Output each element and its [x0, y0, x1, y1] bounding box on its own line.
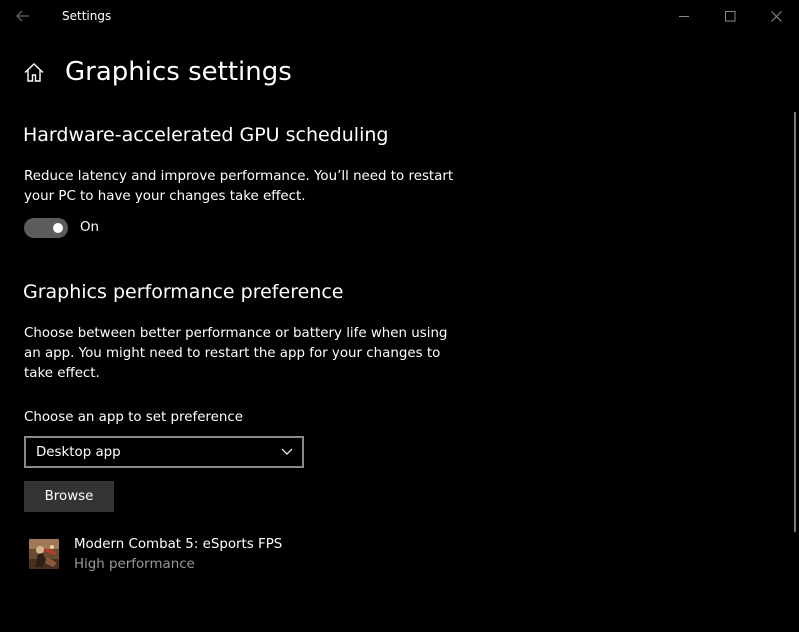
toggle-state-label: On: [80, 220, 100, 235]
window-title: Settings: [62, 9, 112, 23]
toggle-knob: [53, 223, 63, 233]
gpu-scheduling-description: Reduce latency and improve performance. …: [24, 169, 454, 204]
browse-button[interactable]: Browse: [24, 481, 114, 512]
home-icon: [24, 63, 44, 82]
settings-window: Settings Graphics settings Hardware-acce…: [0, 0, 799, 632]
app-list-item[interactable]: Modern Combat 5: eSports FPS High perfor…: [24, 532, 464, 580]
app-preference: High performance: [74, 557, 195, 572]
gpu-scheduling-heading: Hardware-accelerated GPU scheduling: [23, 124, 389, 146]
page-title: Graphics settings: [65, 57, 292, 87]
maximize-button[interactable]: [707, 0, 753, 32]
app-type-label: Choose an app to set preference: [24, 410, 243, 425]
title-bar: Settings: [0, 0, 799, 32]
back-arrow-icon: [16, 10, 29, 22]
app-name: Modern Combat 5: eSports FPS: [74, 537, 283, 552]
app-type-dropdown[interactable]: Desktop app: [24, 436, 304, 468]
back-button[interactable]: [0, 0, 46, 32]
scrollbar[interactable]: [794, 112, 796, 532]
minimize-icon: [679, 16, 689, 17]
maximize-icon: [725, 11, 736, 22]
close-button[interactable]: [753, 0, 799, 32]
home-button[interactable]: [22, 61, 46, 85]
close-icon: [771, 11, 782, 22]
game-thumbnail-icon: [29, 539, 59, 569]
app-type-selected-value: Desktop app: [36, 445, 121, 460]
gpu-scheduling-toggle[interactable]: [24, 218, 68, 238]
minimize-button[interactable]: [661, 0, 707, 32]
performance-preference-heading: Graphics performance preference: [23, 281, 344, 303]
chevron-down-icon: [281, 448, 293, 455]
performance-preference-description: Choose between better performance or bat…: [24, 326, 448, 381]
